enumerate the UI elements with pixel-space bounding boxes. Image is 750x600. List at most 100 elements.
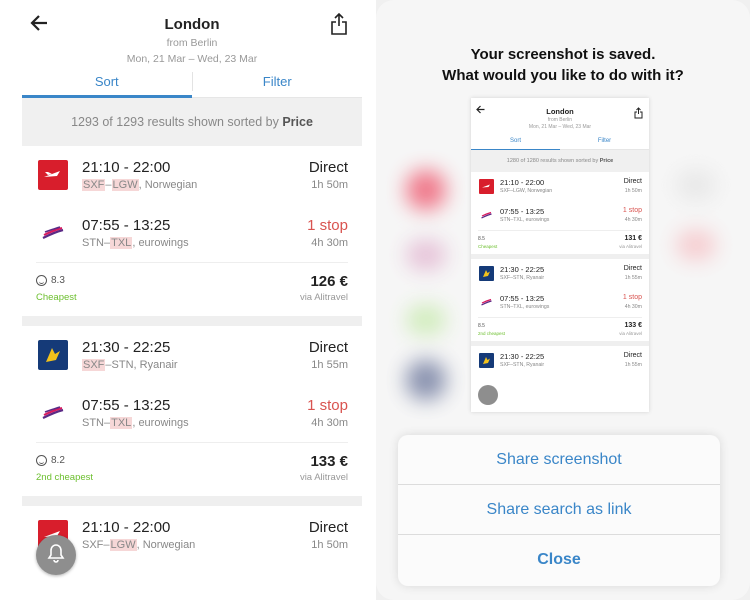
leg-duration: 4h 30m (311, 237, 348, 249)
screenshot-thumbnail: London from Berlin Mon, 21 Mar – Wed, 23… (471, 98, 649, 412)
saved-line-2: What would you like to do with it? (442, 67, 684, 84)
leg-times: 21:10 - 22:00 (82, 519, 171, 536)
thumb-provider: via Alitravel (619, 244, 642, 249)
leg-dest: LGW (111, 179, 139, 191)
leg-stops: Direct (308, 519, 348, 536)
thumb-leg-route: STN–TXL, eurowings (500, 217, 550, 223)
flight-card[interactable]: 21:10 - 22:00 SXF–LGW, Norwegian Direct … (22, 146, 362, 326)
thumb-leg-stops: Direct (623, 178, 642, 185)
leg-times: 07:55 - 13:25 (82, 217, 171, 234)
thumb-leg-route: SXF–STN, Ryanair (500, 362, 545, 368)
leg-dest: TXL (110, 417, 133, 429)
tab-sort[interactable]: Sort (22, 66, 192, 97)
thumb-leg: 21:10 - 22:00 SXF–LGW, Norwegian Direct … (471, 172, 649, 201)
flight-leg-outbound: 21:30 - 22:25 SXF–STN, Ryanair Direct 1h… (22, 326, 362, 384)
leg-route: SXF–LGW, Norwegian (82, 539, 196, 551)
thumb-leg: 07:55 - 13:25 STN–TXL, eurowings 1 stop … (471, 288, 649, 317)
rating: 8.2 (36, 455, 65, 466)
price: 126 € (310, 273, 348, 290)
leg-duration: 1h 50m (311, 179, 348, 191)
leg-times: 07:55 - 13:25 (82, 397, 171, 414)
eurowings-logo-icon (38, 398, 68, 428)
saved-line-1: Your screenshot is saved. (470, 46, 656, 63)
leg-route: SXF–STN, Ryanair (82, 359, 178, 371)
results-sort-key: Price (282, 115, 313, 129)
thumb-leg-stops: Direct (623, 352, 642, 359)
thumb-leg-duration: 4h 30m (624, 304, 642, 310)
leg-origin: STN (82, 237, 104, 249)
leg-duration: 1h 55m (311, 359, 348, 371)
thumb-tab-filter: Filter (597, 138, 612, 144)
leg-airline: Norwegian (142, 539, 196, 551)
thumb-results-text: 1280 of 1280 results shown sorted by (506, 158, 599, 164)
close-button[interactable]: Close (398, 535, 720, 585)
thumb-leg-route: STN–TXL, eurowings (500, 304, 550, 310)
norwegian-logo-icon (38, 160, 68, 190)
thumb-rating: 8.5 (478, 236, 485, 242)
thumb-tab-sort: Sort (509, 138, 521, 144)
eurowings-logo-icon (479, 208, 494, 223)
price-badge: Cheapest (36, 292, 77, 303)
leg-dest: TXL (110, 237, 133, 249)
flight-leg-return: 07:55 - 13:25 STN–TXL, eurowings 1 stop … (22, 204, 362, 262)
leg-duration: 1h 50m (311, 539, 348, 551)
thumb-card-footer: 8.5 Cheapest 131 € via Alitravel (478, 230, 642, 254)
thumb-leg-duration: 1h 50m (624, 188, 642, 194)
thumb-leg-times: 07:55 - 13:25 (500, 294, 545, 303)
price: 133 € (310, 453, 348, 470)
thumb-header: London from Berlin Mon, 21 Mar – Wed, 23… (471, 98, 649, 136)
tab-filter[interactable]: Filter (193, 66, 363, 97)
screen: London from Berlin Mon, 21 Mar – Wed, 23… (0, 0, 750, 600)
header-dates: Mon, 21 Mar – Wed, 23 Mar (126, 53, 258, 65)
thumb-rating: 8.5 (478, 323, 485, 329)
bell-icon (478, 385, 498, 405)
leg-airline: Norwegian (144, 179, 198, 191)
eurowings-logo-icon (38, 218, 68, 248)
thumb-leg-duration: 4h 30m (624, 217, 642, 223)
thumb-flight-card: 21:30 - 22:25 SXF–STN, Ryanair Direct 1h… (471, 259, 649, 346)
leg-route: SXF–LGW, Norwegian (82, 179, 198, 191)
share-search-link-button[interactable]: Share search as link (398, 485, 720, 535)
card-footer: 8.3 Cheapest 126 € via Alitravel (36, 262, 348, 316)
ryanair-logo-icon (479, 266, 494, 281)
results-summary: 1293 of 1293 results shown sorted by Pri… (22, 98, 362, 146)
flight-card[interactable]: 21:30 - 22:25 SXF–STN, Ryanair Direct 1h… (22, 326, 362, 506)
thumb-leg-times: 21:30 - 22:25 (500, 352, 545, 361)
thumb-leg-stops: 1 stop (622, 294, 642, 301)
results-screen: London from Berlin Mon, 21 Mar – Wed, 23… (22, 0, 362, 600)
thumb-leg: 21:30 - 22:25 SXF–STN, Ryanair Direct 1h… (471, 259, 649, 288)
provider: via Alitravel (299, 292, 348, 303)
thumb-leg-route: SXF–LGW, Norwegian (500, 188, 553, 194)
thumb-leg-times: 07:55 - 13:25 (500, 207, 545, 216)
thumb-price-badge: Cheapest (478, 244, 498, 249)
active-tab-indicator (22, 95, 192, 98)
rating-value: 8.3 (51, 275, 65, 286)
thumb-tabs: Sort Filter (471, 136, 649, 150)
header-title-block: London from Berlin Mon, 21 Mar – Wed, 23… (22, 16, 362, 65)
share-icon[interactable] (330, 12, 348, 35)
thumb-price: 133 € (624, 322, 642, 329)
leg-times: 21:30 - 22:25 (82, 339, 171, 356)
thumb-title-block: London from Berlin Mon, 21 Mar – Wed, 23… (471, 107, 649, 130)
price-badge: 2nd cheapest (36, 472, 94, 483)
thumb-leg-stops: 1 stop (622, 207, 642, 214)
share-screenshot-button[interactable]: Share screenshot (398, 435, 720, 485)
leg-duration: 4h 30m (311, 417, 348, 429)
leg-stops: 1 stop (307, 217, 348, 234)
norwegian-logo-icon (479, 179, 494, 194)
thumb-price-badge: 2nd cheapest (478, 331, 506, 336)
thumb-results-key: Price (599, 158, 614, 164)
card-footer: 8.2 2nd cheapest 133 € via Alitravel (36, 442, 348, 496)
share-action-sheet: Share screenshot Share search as link Cl… (398, 435, 720, 586)
leg-airline: eurowings (138, 237, 189, 249)
price-alert-button[interactable] (36, 535, 76, 575)
leg-origin: SXF (82, 179, 106, 191)
thumb-flight-card: 21:10 - 22:00 SXF–LGW, Norwegian Direct … (471, 172, 649, 259)
header-origin: from Berlin (166, 37, 218, 49)
thumb-title: London (546, 107, 574, 116)
thumb-results-summary: 1280 of 1280 results shown sorted by Pri… (471, 150, 649, 172)
bell-icon (47, 543, 65, 568)
eurowings-logo-icon (479, 295, 494, 310)
ryanair-logo-icon (479, 353, 494, 368)
thumb-card-footer: 8.5 2nd cheapest 133 € via Alitravel (478, 317, 642, 341)
